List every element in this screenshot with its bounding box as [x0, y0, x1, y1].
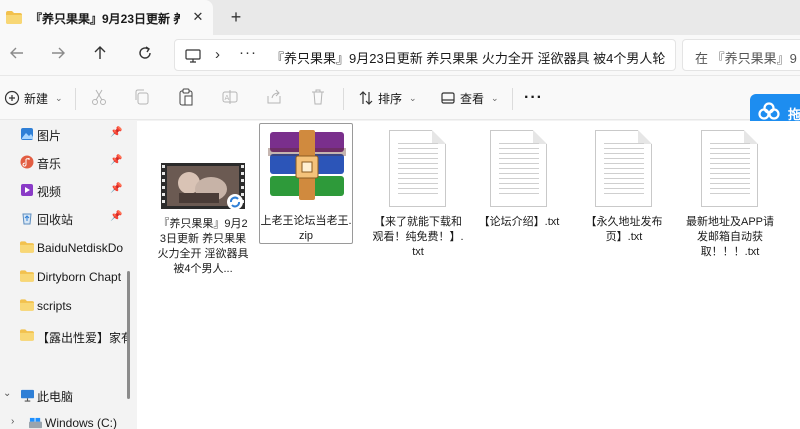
search-placeholder: 在 『养只果果』9: [695, 51, 797, 66]
view-label: 查看: [460, 91, 485, 106]
chevron-down-icon[interactable]: ⌄: [3, 388, 11, 399]
text-file-icon: [683, 127, 777, 213]
file-item-txt[interactable]: 【论坛介绍】.txt: [472, 127, 566, 230]
sidebar-item-dirtyborn-folder[interactable]: Dirtyborn Chapt: [0, 264, 132, 292]
file-name: 【永久地址发布页】.txt: [585, 216, 663, 243]
file-name: 『养只果果』9月23日更新 养只果果 火力全开 淫欲器具 被4个男人...: [157, 218, 249, 275]
sync-status-icon: [226, 193, 244, 214]
folder-icon: [20, 299, 34, 313]
folder-icon: [20, 270, 34, 284]
sort-label: 排序: [378, 91, 403, 106]
chevron-right-icon[interactable]: ›: [11, 416, 14, 427]
chevron-down-icon: ⌄: [55, 92, 63, 103]
back-arrow-icon[interactable]: [6, 45, 28, 67]
up-arrow-icon[interactable]: [89, 45, 111, 67]
sidebar-item-pictures[interactable]: 图片 📌: [0, 121, 132, 149]
monitor-icon: [185, 49, 201, 66]
winrar-archive-icon: [260, 124, 354, 210]
folder-icon: [6, 11, 22, 27]
search-input[interactable]: 在 『养只果果』9: [682, 39, 800, 71]
view-button[interactable]: 查看 ⌄: [440, 87, 499, 109]
new-label: 新建: [24, 91, 49, 106]
paste-icon[interactable]: [177, 88, 197, 108]
sidebar-item-label: 【露出性爱】家有: [37, 331, 127, 345]
refresh-icon[interactable]: [134, 45, 156, 67]
sidebar-item-label: BaiduNetdiskDo: [37, 241, 124, 255]
file-name: 上老王论坛当老王.zip: [260, 215, 352, 242]
pin-icon: 📌: [110, 127, 123, 138]
sidebar-item-label: Windows (C:): [45, 416, 118, 429]
file-item-zip[interactable]: 上老王论坛当老王.zip: [259, 123, 353, 244]
text-file-icon: [371, 127, 465, 213]
address-path: 『养只果果』9月23日更新 养只果果 火力全开 淫欲器具 被4个男人轮: [271, 51, 666, 66]
view-icon: [441, 92, 455, 104]
sidebar-item-label: Dirtyborn Chapt: [37, 270, 122, 284]
copy-icon[interactable]: [133, 88, 153, 108]
file-item-txt[interactable]: 最新地址及APP请发邮箱自动获取！！！.txt: [683, 127, 777, 260]
cut-icon[interactable]: [90, 88, 110, 108]
command-bar: 新建 ⌄ A 排序 ⌄ 查看 ⌄ ···: [0, 75, 800, 120]
see-more-button[interactable]: ···: [524, 87, 543, 109]
file-item-txt[interactable]: 【来了就能下载和观看！纯免费！】.txt: [371, 127, 465, 260]
sidebar-scrollbar[interactable]: [127, 271, 130, 399]
drive-icon: [28, 417, 43, 429]
divider: [343, 88, 344, 110]
text-file-icon: [472, 127, 566, 213]
sidebar-item-label: scripts: [37, 299, 72, 313]
chevron-down-icon: ⌄: [491, 92, 499, 103]
chevron-down-icon: ⌄: [409, 92, 417, 103]
navigation-pane: 图片 📌 音乐 📌 视频 📌 回收站 📌 BaiduNetdiskDo Dirt…: [0, 121, 132, 429]
navigation-bar: › ··· 『养只果果』9月23日更新 养只果果 火力全开 淫欲器具 被4个男人…: [0, 35, 800, 75]
pictures-icon: [20, 127, 34, 141]
new-button[interactable]: 新建 ⌄: [4, 87, 63, 109]
tab-current-folder[interactable]: 『养只果果』9月23日更新 养只 ✕: [0, 0, 213, 35]
share-icon[interactable]: [265, 88, 285, 108]
folder-icon: [20, 241, 34, 255]
file-item-video[interactable]: 『养只果果』9月23日更新 养只果果 火力全开 淫欲器具 被4个男人...: [156, 161, 250, 277]
tab-strip: 『养只果果』9月23日更新 养只 ✕ +: [0, 0, 800, 35]
sidebar-item-recycle-bin[interactable]: 回收站 📌: [0, 205, 132, 233]
monitor-icon: [20, 389, 35, 405]
new-tab-button[interactable]: +: [226, 7, 246, 27]
address-bar[interactable]: › ··· 『养只果果』9月23日更新 养只果果 火力全开 淫欲器具 被4个男人…: [174, 39, 676, 71]
close-tab-icon[interactable]: ✕: [190, 9, 206, 25]
file-item-txt[interactable]: 【永久地址发布页】.txt: [577, 127, 671, 245]
tab-title: 『养只果果』9月23日更新 养只: [30, 12, 180, 26]
svg-text:A: A: [225, 94, 230, 102]
sidebar-item-videos[interactable]: 视频 📌: [0, 177, 132, 205]
path-overflow-button[interactable]: ···: [239, 44, 257, 61]
file-list: 『养只果果』9月23日更新 养只果果 火力全开 淫欲器具 被4个男人... 上老…: [137, 121, 800, 429]
pin-icon: 📌: [110, 211, 123, 222]
sort-button[interactable]: 排序 ⌄: [358, 87, 417, 109]
file-name: 【来了就能下载和观看！纯免费！】.txt: [372, 216, 464, 258]
sort-icon: [359, 91, 373, 105]
plus-circle-icon: [4, 90, 20, 106]
rename-icon[interactable]: A: [221, 88, 241, 108]
delete-icon[interactable]: [309, 88, 329, 108]
chevron-right-icon[interactable]: ›: [215, 46, 220, 63]
sidebar-item-baidunetdisk-folder[interactable]: BaiduNetdiskDo: [0, 235, 132, 263]
video-thumbnail: [156, 161, 250, 211]
videos-icon: [20, 183, 34, 197]
sidebar-item-scripts-folder[interactable]: scripts: [0, 293, 132, 321]
text-file-icon: [577, 127, 671, 213]
recycle-bin-icon: [20, 211, 34, 225]
file-name: 【论坛介绍】.txt: [478, 216, 560, 228]
divider: [75, 88, 76, 110]
sidebar-item-this-pc[interactable]: ⌄ 此电脑: [0, 383, 132, 409]
sidebar-item-folder[interactable]: 【露出性爱】家有: [0, 323, 132, 351]
sidebar-item-windows-drive[interactable]: › Windows (C:): [8, 411, 140, 429]
pin-icon: 📌: [110, 155, 123, 166]
music-icon: [20, 155, 34, 169]
sidebar-item-music[interactable]: 音乐 📌: [0, 149, 132, 177]
folder-icon: [20, 329, 34, 343]
file-name: 最新地址及APP请发邮箱自动获取！！！.txt: [685, 216, 774, 258]
divider: [512, 88, 513, 110]
pin-icon: 📌: [110, 183, 123, 194]
sidebar-item-label: 此电脑: [37, 390, 74, 404]
forward-arrow-icon[interactable]: [47, 45, 69, 67]
